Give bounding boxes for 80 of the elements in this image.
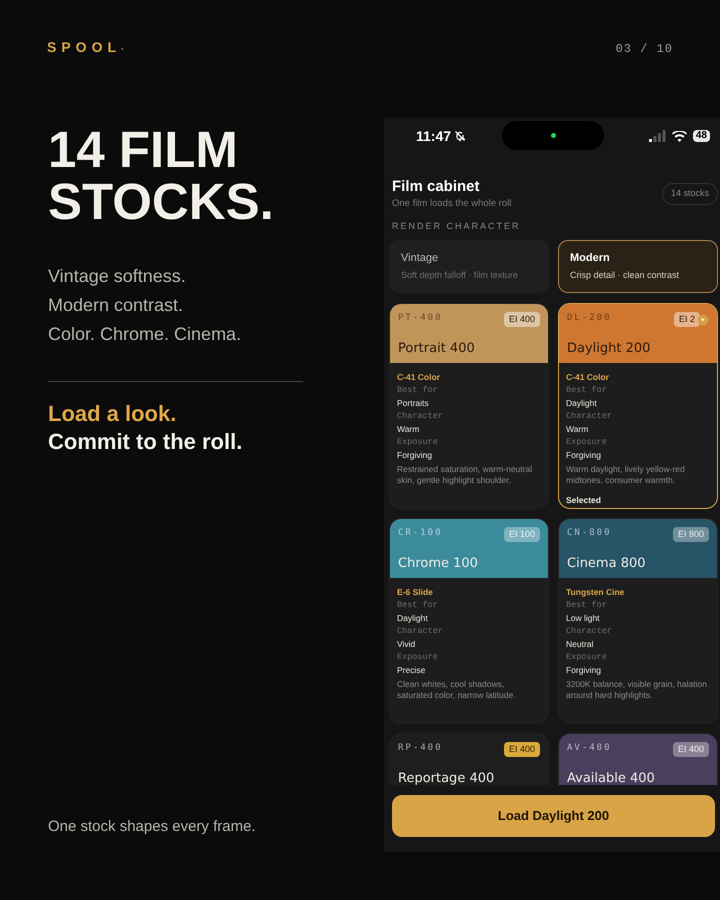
iso-badge: EI 800 <box>672 526 709 542</box>
wifi-icon <box>672 130 687 142</box>
selected-label: Selected <box>566 494 602 506</box>
spec-label: Exposure <box>566 650 608 664</box>
spec-value: Low light <box>566 612 601 624</box>
stock-code: CN-800 <box>567 526 612 540</box>
feature-line: Modern contrast. <box>48 295 184 316</box>
stock-name: Portrait 400 <box>398 340 476 358</box>
spec-value: Daylight <box>566 396 598 409</box>
load-button[interactable]: Load Daylight 200 <box>392 795 715 837</box>
spec-label: Best for <box>566 598 608 612</box>
accent-heading: Load a look. <box>48 401 178 427</box>
spec-label: Exposure <box>397 650 439 664</box>
spec-value: Precise <box>397 664 426 676</box>
stock-name: Reportage 400 <box>398 770 496 785</box>
film-card[interactable]: AV-400 EI 400 Available 400 <box>558 732 718 785</box>
spec-value: Vivid <box>397 638 416 650</box>
iso-badge: EI 400 <box>672 742 709 758</box>
iso-badge: EI 400 <box>504 742 540 758</box>
stock-code: PT-400 <box>398 312 443 325</box>
screen-subtitle: One film loads the whole roll <box>392 197 512 211</box>
count-badge: 14 stocks <box>662 183 718 204</box>
stock-name: Daylight 200 <box>567 340 652 358</box>
spec-value: Warm <box>566 422 590 435</box>
stock-description: Restrained saturation, warm-neutral skin, gentle highlight shoulder. <box>397 464 534 486</box>
stock-code: DL-200 <box>567 312 612 325</box>
spec-label: Best for <box>397 598 439 612</box>
stock-name: Chrome 100 <box>398 555 479 574</box>
screen-title: Film cabinet <box>392 178 481 196</box>
spec-value: Warm <box>397 422 420 435</box>
spec-label: Exposure <box>566 436 608 449</box>
stock-code: RP-400 <box>398 742 443 755</box>
process-label: C-41 Color <box>397 370 441 383</box>
spec-value: Daylight <box>397 612 429 624</box>
spec-label: Character <box>566 624 613 638</box>
render-option[interactable]: Vintage Soft depth falloff · film texture <box>389 240 549 293</box>
stock-description: Warm daylight, lively yellow-red midtones, consumer warmth. <box>566 464 686 486</box>
film-card[interactable]: RP-400 EI 400 Reportage 400 <box>389 732 549 785</box>
bell-off-icon <box>454 130 466 142</box>
spec-label: Character <box>566 410 613 423</box>
process-label: Tungsten Cine <box>566 586 626 598</box>
page-counter: 03 / 10 <box>616 41 673 58</box>
iso-badge: EI 2 <box>674 312 700 328</box>
feature-line: Color. Chrome. Cinema. <box>48 324 242 345</box>
stock-code: AV-400 <box>567 742 612 755</box>
cursor-icon <box>697 314 709 326</box>
spec-label: Character <box>397 624 444 638</box>
signal-icon <box>648 130 666 142</box>
spec-value: Portraits <box>397 396 430 409</box>
stock-code: CR-100 <box>398 526 443 540</box>
film-card[interactable]: CR-100 EI 100 Chrome 100 E-6 Slide Best for Daylight Character Vivid Exposure Precise Clean whites, cool shadows, saturated color, narrow latitude. <box>389 518 549 724</box>
spec-label: Best for <box>566 384 608 397</box>
spec-value: Forgiving <box>566 664 602 676</box>
film-card[interactable]: DL-200 EI 2 Daylight 200 C-41 Color Best for Daylight Character Warm Exposure Forgiving Warm daylight, lively yellow-red midtones, consumer warmth. Selected <box>558 302 718 509</box>
battery-indicator: 48 <box>692 130 710 142</box>
stock-name: Available 400 <box>567 770 656 785</box>
render-option[interactable]: Modern Crisp detail · clean contrast <box>558 240 718 293</box>
stock-name: Cinema 800 <box>567 555 647 574</box>
spec-label: Character <box>397 410 444 423</box>
film-card[interactable]: CN-800 EI 800 Cinema 800 Tungsten Cine Best for Low light Character Neutral Exposure Forgiving 3200K balance, visible grain, halation around hard highlights. <box>558 518 718 724</box>
process-label: E-6 Slide <box>397 586 434 598</box>
spec-label: Exposure <box>397 436 439 449</box>
spec-label: Best for <box>397 384 439 397</box>
camera-indicator-icon <box>550 133 556 138</box>
stock-description: 3200K balance, visible grain, halation around hard highlights. <box>566 678 708 701</box>
stock-description: Clean whites, cool shadows, saturated color, narrow latitude. <box>397 678 517 701</box>
spec-value: Forgiving <box>397 448 433 461</box>
film-card[interactable]: PT-400 EI 400 Portrait 400 C-41 Color Best for Portraits Character Warm Exposure Forgiving Restrained saturation, warm-neutral skin, gentle highlight shoulder. <box>389 302 549 509</box>
iso-badge: EI 400 <box>504 312 540 328</box>
tagline: Commit to the roll. <box>48 428 244 456</box>
process-label: C-41 Color <box>566 370 610 383</box>
section-label: RENDER CHARACTER <box>391 220 522 234</box>
hero-title: 14 FILM STOCKS. <box>48 124 275 228</box>
spec-value: Neutral <box>566 638 594 650</box>
status-time: 11:47 <box>416 126 452 146</box>
brand-logo: SPOOL· <box>47 38 124 57</box>
footer-text: One stock shapes every frame. <box>48 816 257 836</box>
iso-badge: EI 100 <box>504 526 540 542</box>
spec-value: Forgiving <box>566 448 602 461</box>
feature-line: Vintage softness. <box>48 266 187 287</box>
